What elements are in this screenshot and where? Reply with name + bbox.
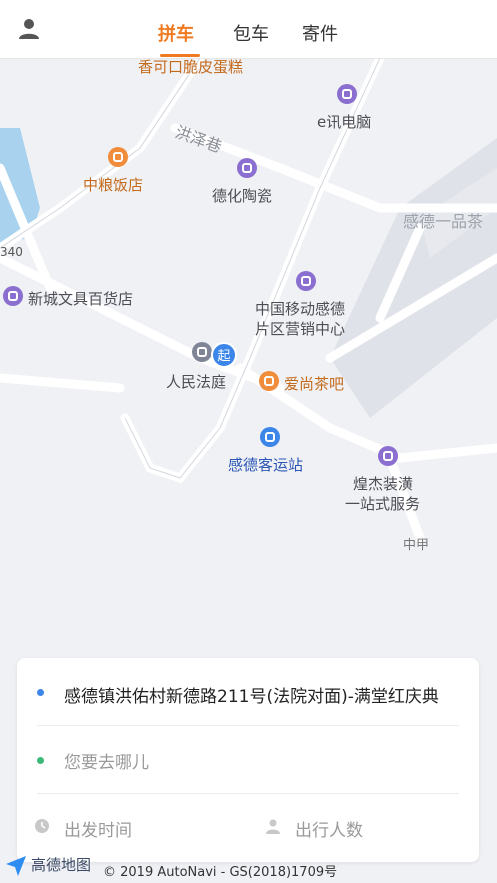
poi-label-chinamobile-line2[interactable]: 片区营销中心	[255, 318, 345, 339]
map-attribution: 高德地图 © 2019 AutoNavi - GS(2018)1709号	[0, 852, 497, 883]
teapot-icon[interactable]	[259, 371, 279, 391]
road	[0, 373, 125, 393]
amap-logo-text: 高德地图	[31, 856, 92, 874]
poi-label-cake-shop[interactable]: 香可口脆皮蛋糕	[138, 58, 243, 77]
person-icon	[266, 819, 280, 834]
poi-label-court[interactable]: 人民法庭	[166, 371, 226, 392]
origin-dot-icon	[37, 689, 44, 696]
options-row: 出发时间 出行人数	[17, 816, 479, 846]
trip-input-panel: 感德镇洪佑村新德路211号(法院对面)-满堂红庆典 您要去哪儿 出发时间 出行人…	[17, 658, 479, 862]
decoration-shop-icon[interactable]	[378, 446, 398, 466]
origin-row[interactable]: 感德镇洪佑村新德路211号(法院对面)-满堂红庆典	[17, 658, 479, 724]
amap-logo-icon	[6, 856, 26, 876]
user-icon[interactable]	[17, 17, 41, 41]
tab-delivery[interactable]: 寄件	[302, 20, 338, 46]
poi-label-huangjie-line1[interactable]: 煌杰装潢	[353, 473, 413, 494]
destination-row[interactable]: 您要去哪儿	[17, 726, 479, 792]
clock-icon	[35, 819, 49, 833]
computer-shop-icon[interactable]	[337, 84, 357, 104]
origin-address[interactable]: 感德镇洪佑村新德路211号(法院对面)-满堂红庆典	[64, 682, 439, 707]
telecom-store-icon[interactable]	[296, 271, 316, 291]
poi-label-zhongliang[interactable]: 中粮饭店	[83, 174, 143, 195]
ceramics-shop-icon[interactable]	[237, 158, 257, 178]
poi-label-station[interactable]: 感德客运站	[228, 454, 303, 475]
depart-time-button[interactable]: 出发时间	[34, 816, 234, 841]
road-number-label: 340	[0, 245, 23, 259]
copyright-text: © 2019 AutoNavi - GS(2018)1709号	[103, 865, 338, 880]
destination-dot-icon	[37, 757, 44, 764]
poi-label-chinamobile-line1[interactable]: 中国移动感德	[255, 298, 345, 319]
start-marker[interactable]: 起	[211, 342, 237, 368]
poi-label-dehua[interactable]: 德化陶瓷	[212, 185, 272, 206]
top-navigation-bar: 拼车 包车 寄件	[0, 0, 497, 59]
restaurant-icon[interactable]	[108, 147, 128, 167]
passenger-count-button[interactable]: 出行人数	[265, 816, 465, 841]
bus-icon[interactable]	[260, 427, 280, 447]
court-scales-icon[interactable]	[192, 342, 212, 362]
poi-label-aishang[interactable]: 爱尚茶吧	[284, 373, 344, 394]
active-tab-indicator	[160, 54, 200, 57]
divider	[37, 793, 459, 794]
tab-charter[interactable]: 包车	[233, 20, 269, 46]
poi-label-xincheng[interactable]: 新城文具百货店	[28, 288, 133, 309]
area-label-zhongjia: 中甲	[403, 538, 430, 553]
area-label-ganxi: 感德一品茶	[403, 212, 484, 231]
poi-label-huangjie-line2[interactable]: 一站式服务	[345, 493, 420, 514]
tab-carpool[interactable]: 拼车	[158, 20, 194, 46]
depart-time-label: 出发时间	[64, 821, 132, 841]
shopping-cart-icon[interactable]	[3, 286, 23, 306]
passenger-count-label: 出行人数	[295, 821, 363, 841]
destination-input[interactable]: 您要去哪儿	[64, 748, 149, 773]
poi-label-exun[interactable]: e讯电脑	[317, 111, 371, 132]
